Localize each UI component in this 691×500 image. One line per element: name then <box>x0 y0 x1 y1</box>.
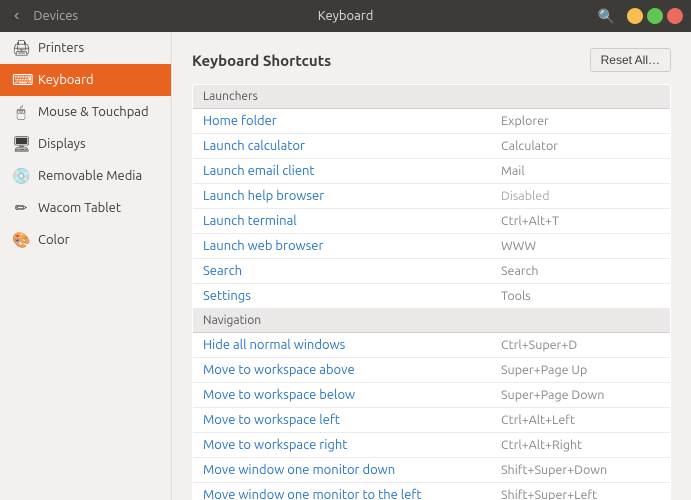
table-row[interactable]: Launch help browser Disabled <box>193 184 671 209</box>
minimize-button[interactable] <box>627 8 643 24</box>
table-row[interactable]: Launch email client Mail <box>193 159 671 184</box>
table-row[interactable]: Move to workspace left Ctrl+Alt+Left <box>193 408 671 433</box>
shortcut-value: Explorer <box>491 109 671 134</box>
sidebar-item-label: Keyboard <box>38 73 94 87</box>
action-label: Move to workspace right <box>193 433 492 458</box>
shortcut-value: Ctrl+Super+D <box>491 333 671 358</box>
table-row[interactable]: Move to workspace below Super+Page Down <box>193 383 671 408</box>
removable-icon: 💿 <box>12 167 30 185</box>
table-row[interactable]: Move to workspace right Ctrl+Alt+Right <box>193 433 671 458</box>
table-row[interactable]: Launch calculator Calculator <box>193 134 671 159</box>
table-row[interactable]: Search Search <box>193 259 671 284</box>
table-row[interactable]: Launch web browser WWW <box>193 234 671 259</box>
close-button[interactable] <box>667 8 683 24</box>
shortcut-value: Super+Page Down <box>491 383 671 408</box>
color-icon: 🎨 <box>12 231 30 249</box>
shortcuts-table: Launchers Home folder Explorer Launch ca… <box>192 84 671 500</box>
content-header: Keyboard Shortcuts Reset All… <box>192 48 671 72</box>
content-area: Keyboard Shortcuts Reset All… Launchers … <box>172 32 691 500</box>
sidebar-item-label: Printers <box>38 41 84 55</box>
shortcut-value: Shift+Super+Left <box>491 483 671 500</box>
table-row[interactable]: Move window one monitor to the left Shif… <box>193 483 671 500</box>
shortcut-value: Ctrl+Alt+T <box>491 209 671 234</box>
sidebar-item-wacom[interactable]: ✏ Wacom Tablet <box>0 192 171 224</box>
sidebar-item-removable[interactable]: 💿 Removable Media <box>0 160 171 192</box>
action-label: Move to workspace below <box>193 383 492 408</box>
sidebar-item-label: Color <box>38 233 70 247</box>
shortcut-value: Calculator <box>491 134 671 159</box>
table-row[interactable]: Hide all normal windows Ctrl+Super+D <box>193 333 671 358</box>
sidebar-item-label: Removable Media <box>38 169 142 183</box>
action-label: Move to workspace above <box>193 358 492 383</box>
navigation-label: Navigation <box>193 309 671 333</box>
titlebar: ‹ Devices Keyboard 🔍 <box>0 0 691 32</box>
action-label: Launch web browser <box>193 234 492 259</box>
launchers-section-header: Launchers <box>193 85 671 109</box>
wacom-icon: ✏ <box>12 199 30 217</box>
shortcut-value: Search <box>491 259 671 284</box>
back-button[interactable]: ‹ <box>8 5 25 27</box>
sidebar: 🖨 Printers ⌨ Keyboard 🖱 Mouse & Touchpad… <box>0 32 172 500</box>
sidebar-item-label: Wacom Tablet <box>38 201 121 215</box>
keyboard-icon: ⌨ <box>12 71 30 89</box>
shortcut-value: Tools <box>491 284 671 309</box>
table-row[interactable]: Move to workspace above Super+Page Up <box>193 358 671 383</box>
shortcut-value: Super+Page Up <box>491 358 671 383</box>
action-label: Home folder <box>193 109 492 134</box>
action-label: Hide all normal windows <box>193 333 492 358</box>
sidebar-item-color[interactable]: 🎨 Color <box>0 224 171 256</box>
shortcut-value: Ctrl+Alt+Right <box>491 433 671 458</box>
launchers-label: Launchers <box>193 85 671 109</box>
shortcut-value: WWW <box>491 234 671 259</box>
maximize-button[interactable] <box>647 8 663 24</box>
action-label: Launch calculator <box>193 134 492 159</box>
reset-all-button[interactable]: Reset All… <box>590 48 671 72</box>
action-label: Move to workspace left <box>193 408 492 433</box>
sidebar-item-printers[interactable]: 🖨 Printers <box>0 32 171 64</box>
table-row[interactable]: Move window one monitor down Shift+Super… <box>193 458 671 483</box>
window-title: Keyboard <box>318 9 374 23</box>
action-label: Move window one monitor to the left <box>193 483 492 500</box>
sidebar-item-label: Displays <box>38 137 86 151</box>
action-label: Launch email client <box>193 159 492 184</box>
main-layout: 🖨 Printers ⌨ Keyboard 🖱 Mouse & Touchpad… <box>0 32 691 500</box>
displays-icon: 🖥 <box>12 135 30 153</box>
navigation-section-header: Navigation <box>193 309 671 333</box>
table-row[interactable]: Settings Tools <box>193 284 671 309</box>
sidebar-item-label: Mouse & Touchpad <box>38 105 149 119</box>
sidebar-item-displays[interactable]: 🖥 Displays <box>0 128 171 160</box>
shortcut-value: Disabled <box>491 184 671 209</box>
shortcut-value: Shift+Super+Down <box>491 458 671 483</box>
search-icon[interactable]: 🔍 <box>598 8 615 25</box>
shortcut-value: Ctrl+Alt+Left <box>491 408 671 433</box>
page-title: Keyboard Shortcuts <box>192 52 331 69</box>
sidebar-item-keyboard[interactable]: ⌨ Keyboard <box>0 64 171 96</box>
titlebar-center: Keyboard <box>318 9 374 23</box>
table-row[interactable]: Launch terminal Ctrl+Alt+T <box>193 209 671 234</box>
sidebar-item-mouse[interactable]: 🖱 Mouse & Touchpad <box>0 96 171 128</box>
titlebar-right: 🔍 <box>598 8 683 25</box>
table-row[interactable]: Home folder Explorer <box>193 109 671 134</box>
devices-label: Devices <box>33 9 78 23</box>
printers-icon: 🖨 <box>12 39 30 57</box>
action-label: Search <box>193 259 492 284</box>
action-label: Move window one monitor down <box>193 458 492 483</box>
mouse-icon: 🖱 <box>12 103 30 121</box>
titlebar-left: ‹ Devices <box>8 5 78 27</box>
shortcut-value: Mail <box>491 159 671 184</box>
action-label: Launch help browser <box>193 184 492 209</box>
action-label: Settings <box>193 284 492 309</box>
action-label: Launch terminal <box>193 209 492 234</box>
